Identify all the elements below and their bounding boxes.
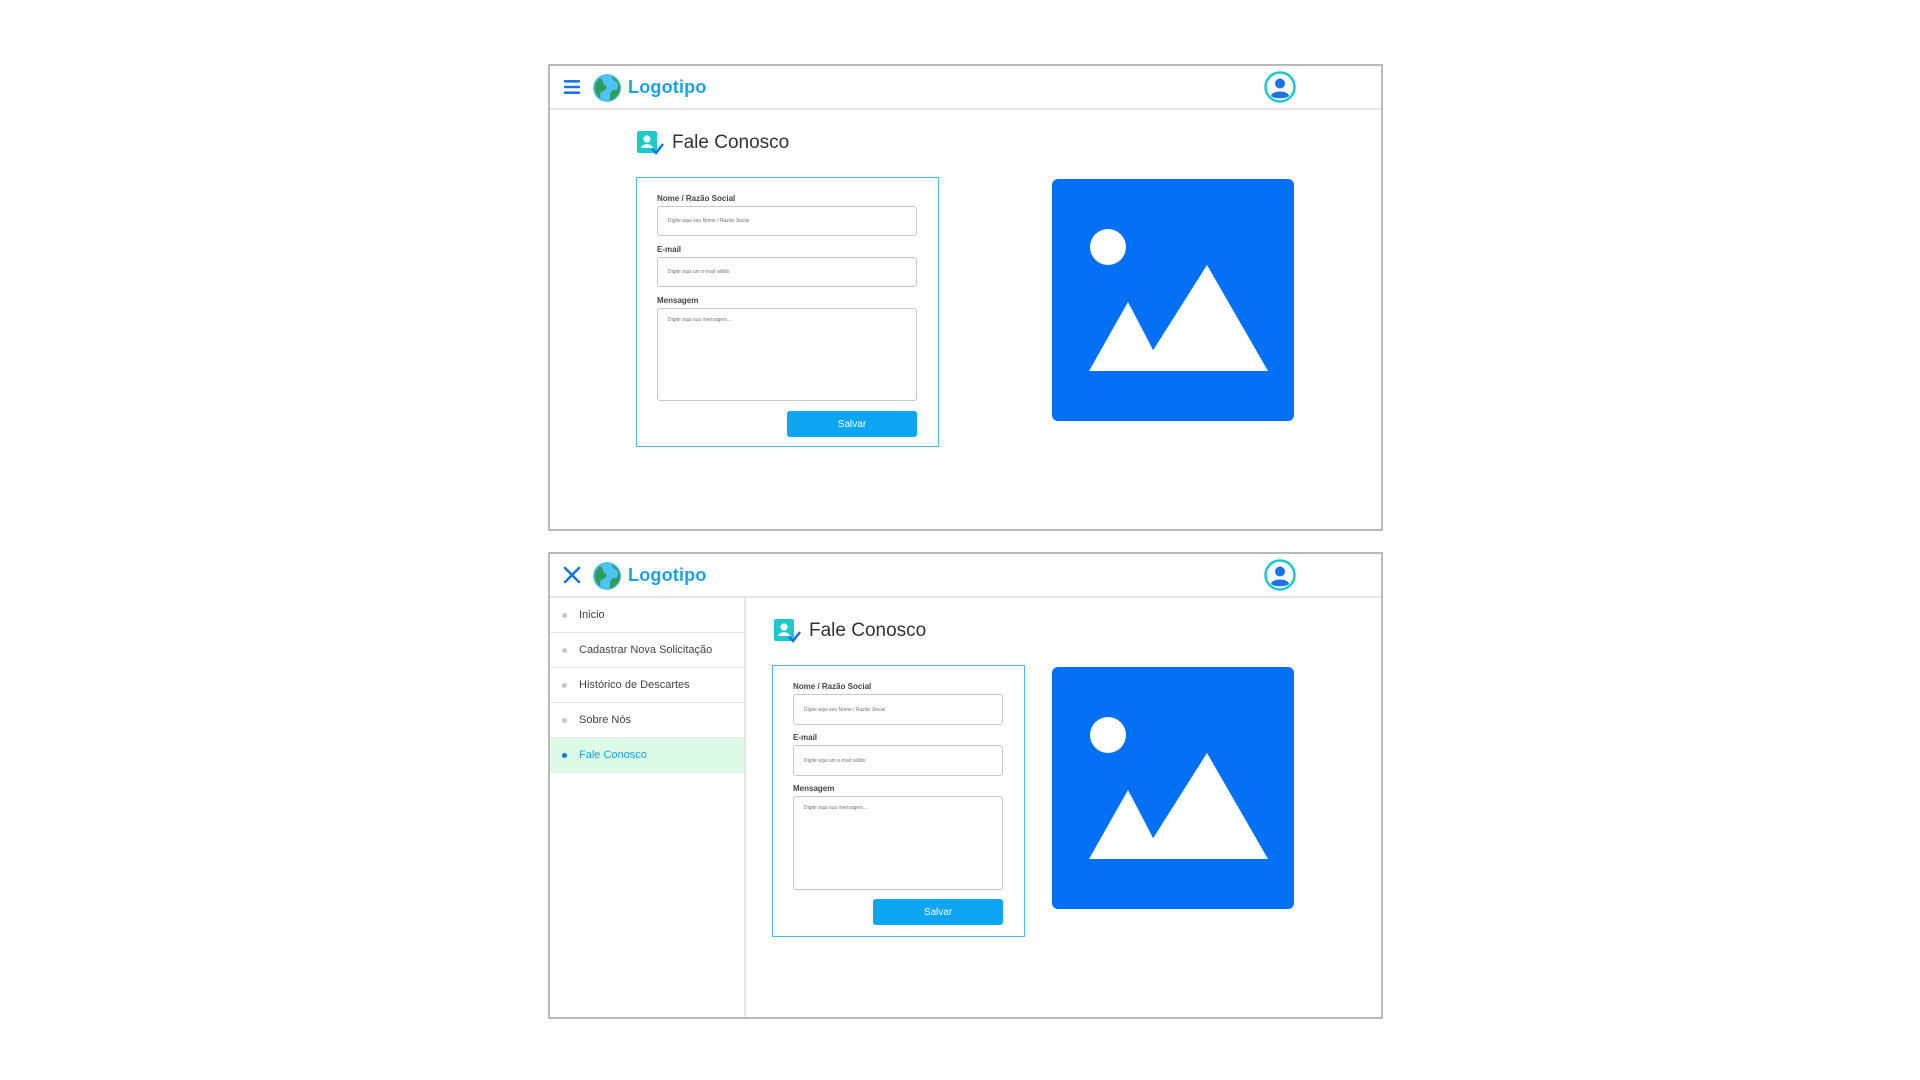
page-title: Fale Conosco — [773, 618, 926, 644]
message-label: Mensagem — [657, 296, 699, 305]
contact-form: Nome / Razão Social E-mail Mensagem Salv… — [772, 665, 1025, 937]
logo-text[interactable]: Logotipo — [628, 77, 707, 98]
bullet-icon — [562, 648, 567, 653]
name-input[interactable] — [793, 694, 1003, 725]
name-label: Nome / Razão Social — [657, 194, 736, 203]
save-button[interactable]: Salvar — [787, 411, 917, 437]
sidebar-item-fale-conosco[interactable]: Fale Conosco — [550, 738, 744, 773]
name-label: Nome / Razão Social — [793, 682, 872, 691]
top-header: Logotipo — [550, 554, 1381, 598]
page-title-text: Fale Conosco — [809, 620, 927, 641]
globe-icon — [593, 74, 621, 102]
message-label: Mensagem — [793, 784, 835, 793]
email-input[interactable] — [657, 257, 917, 287]
message-textarea[interactable] — [657, 308, 917, 401]
name-input[interactable] — [657, 206, 917, 236]
wireframe-expanded-menu: Logotipo Inicio Cadastrar Nova Solicitaç… — [548, 552, 1383, 1019]
image-placeholder — [1052, 179, 1294, 421]
hamburger-menu-icon[interactable] — [562, 77, 582, 97]
top-header: Logotipo — [550, 66, 1381, 110]
sidebar: Inicio Cadastrar Nova Solicitação Histór… — [550, 598, 746, 1017]
page-title-text: Fale Conosco — [672, 132, 790, 153]
wireframe-collapsed-menu: Logotipo Fale Conosco Nome / Razão Socia… — [548, 64, 1383, 531]
email-label: E-mail — [793, 733, 818, 742]
image-placeholder-icon — [1089, 229, 1268, 371]
sidebar-item-historico[interactable]: Histórico de Descartes — [550, 668, 744, 703]
page-title: Fale Conosco — [636, 130, 789, 156]
bullet-icon — [562, 753, 567, 758]
user-avatar-icon[interactable] — [1264, 559, 1296, 591]
bullet-icon — [562, 718, 567, 723]
globe-icon — [593, 562, 621, 590]
sidebar-item-label: Histórico de Descartes — [579, 679, 690, 691]
sidebar-item-inicio[interactable]: Inicio — [550, 598, 744, 633]
save-button[interactable]: Salvar — [873, 899, 1003, 925]
logo-text[interactable]: Logotipo — [628, 565, 707, 586]
contact-book-icon — [774, 619, 801, 643]
sidebar-item-label: Sobre Nós — [579, 714, 631, 726]
sidebar-item-label: Cadastrar Nova Solicitação — [579, 644, 713, 656]
close-icon[interactable] — [562, 565, 582, 585]
contact-form: Nome / Razão Social E-mail Mensagem Salv… — [636, 177, 939, 447]
sidebar-item-label: Inicio — [579, 609, 605, 621]
bullet-icon — [562, 683, 567, 688]
image-placeholder-icon — [1089, 717, 1268, 859]
contact-book-icon — [637, 131, 664, 155]
message-textarea[interactable] — [793, 796, 1003, 890]
image-placeholder — [1052, 667, 1294, 909]
email-input[interactable] — [793, 745, 1003, 776]
sidebar-item-label: Fale Conosco — [579, 749, 647, 761]
sidebar-item-sobre[interactable]: Sobre Nós — [550, 703, 744, 738]
email-label: E-mail — [657, 245, 682, 254]
sidebar-item-cadastrar[interactable]: Cadastrar Nova Solicitação — [550, 633, 744, 668]
bullet-icon — [562, 613, 567, 618]
user-avatar-icon[interactable] — [1264, 71, 1296, 103]
